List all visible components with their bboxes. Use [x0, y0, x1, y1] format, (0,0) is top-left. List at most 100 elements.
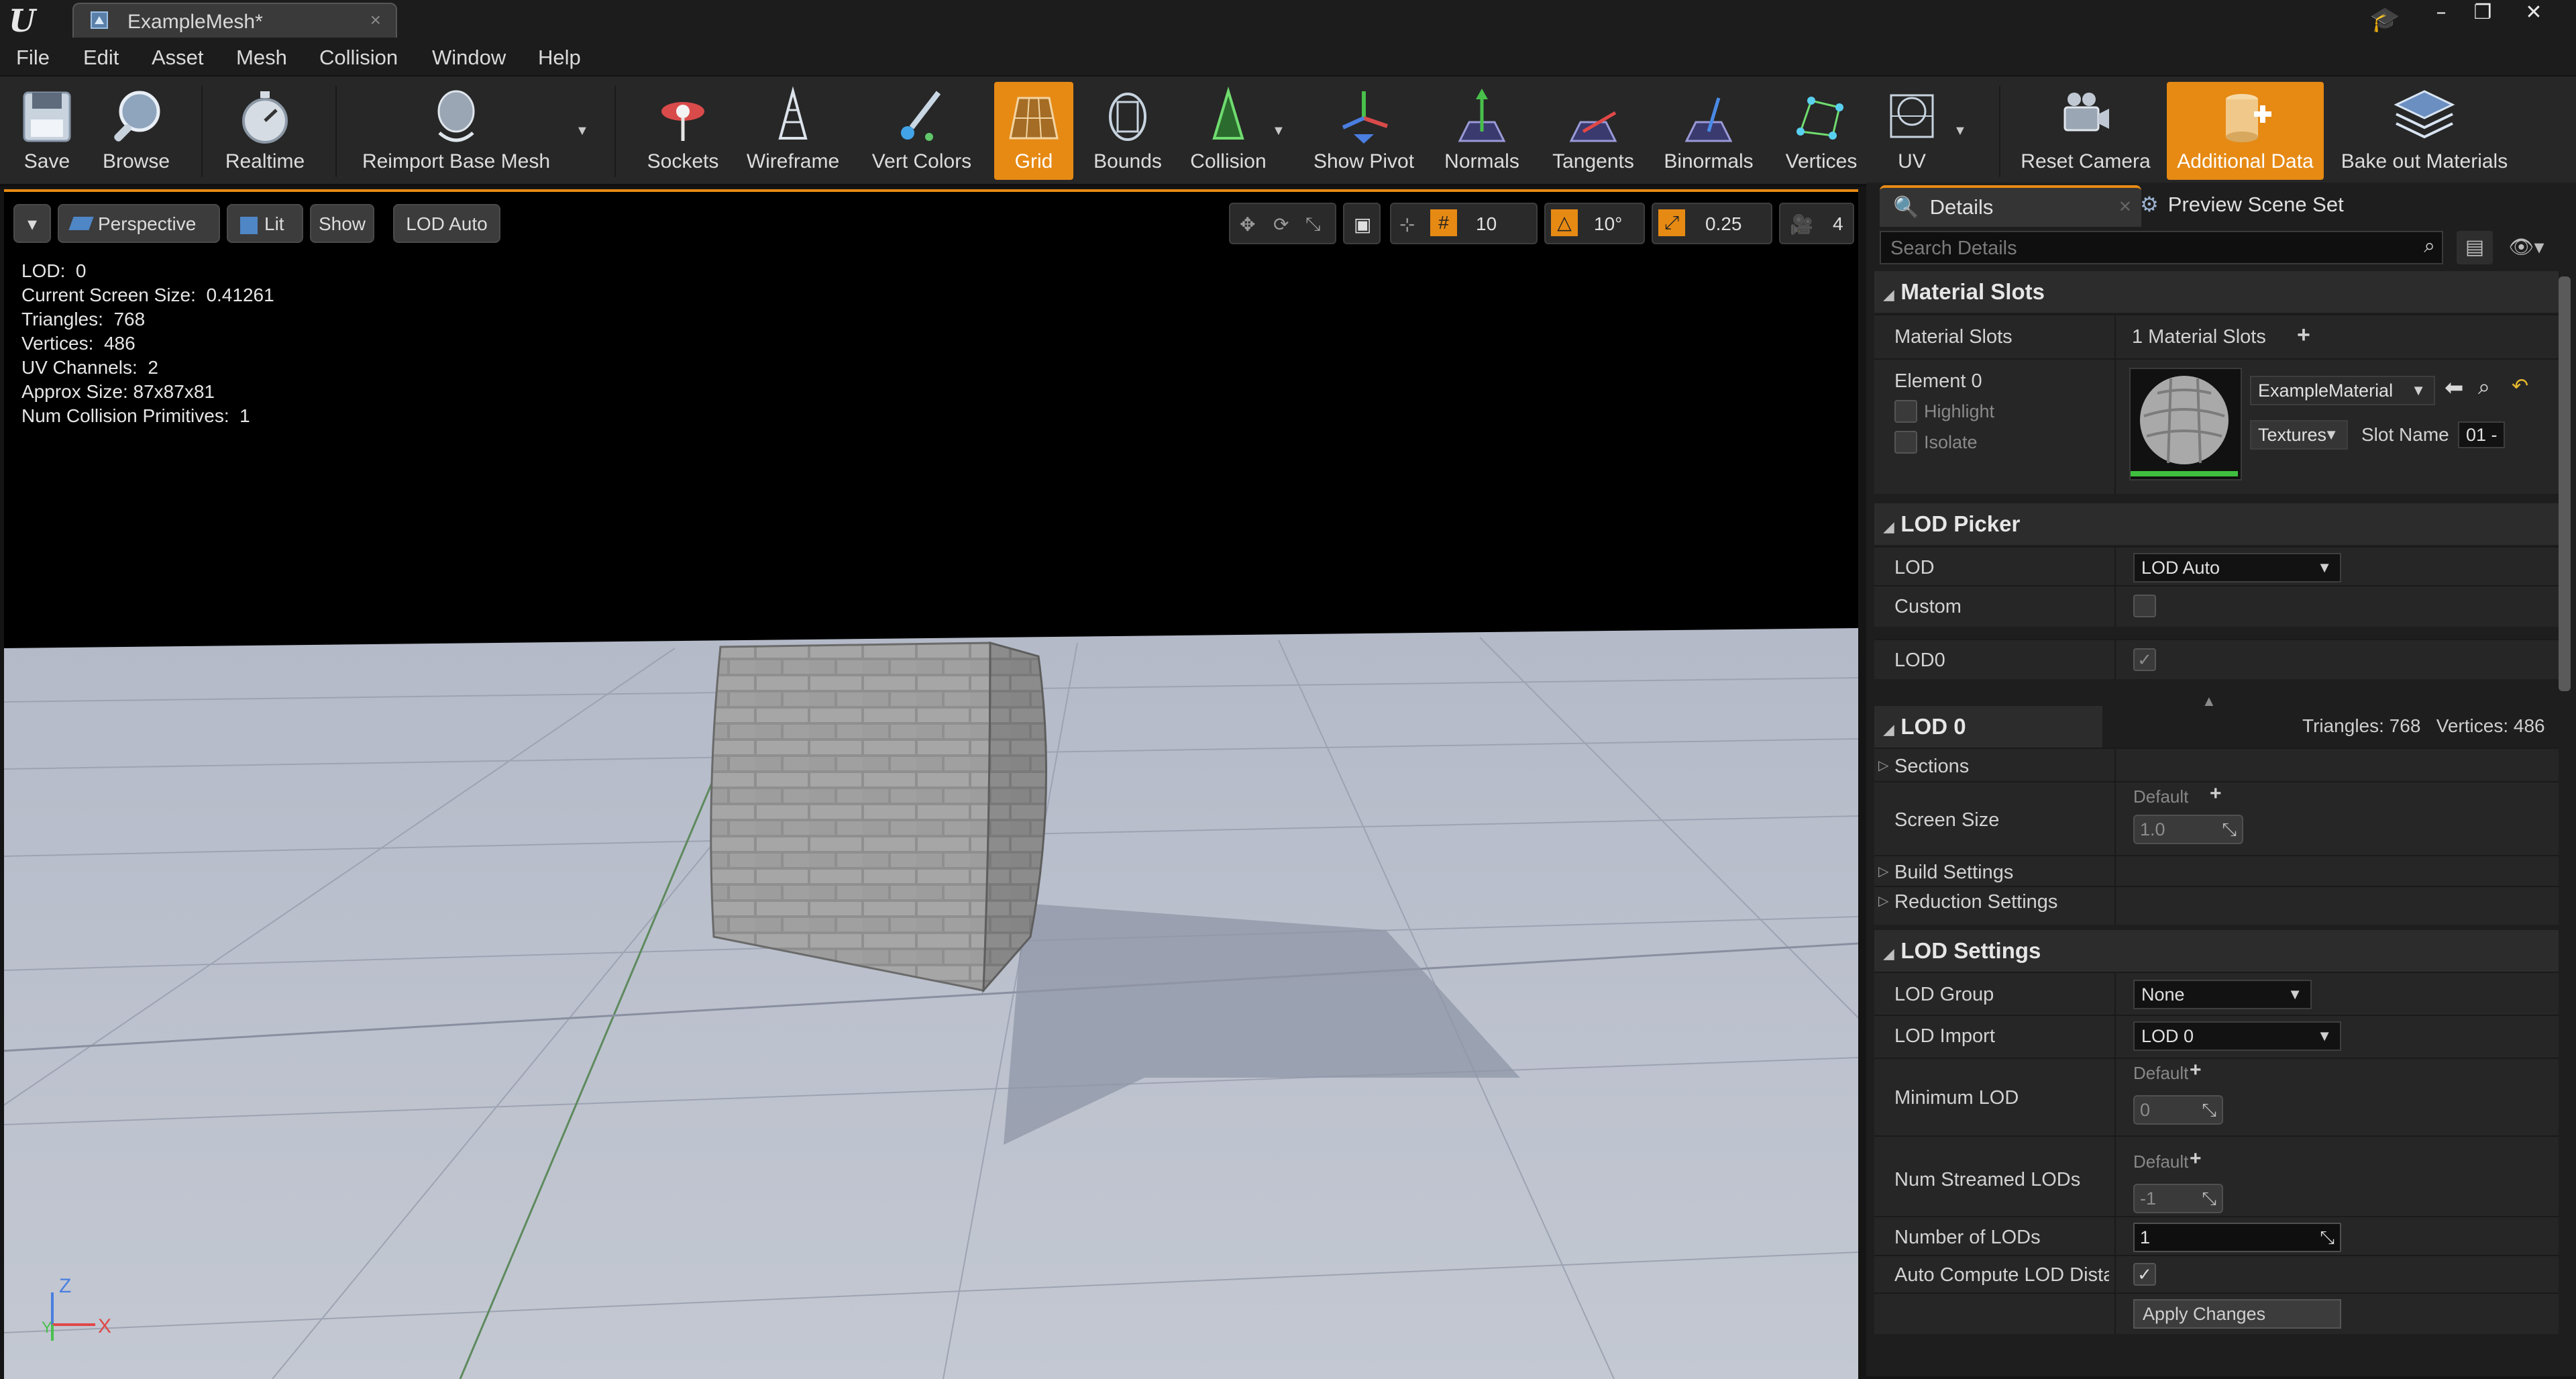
- scale-snap-icon[interactable]: ⤢: [1658, 209, 1685, 236]
- number-of-lods-field[interactable]: 1 ⤡: [2133, 1223, 2341, 1252]
- menu-mesh[interactable]: Mesh: [236, 46, 287, 70]
- add-platform-override-button[interactable]: +: [2190, 1147, 2202, 1170]
- menu-collision[interactable]: Collision: [319, 46, 398, 70]
- additional-data-button[interactable]: Additional Data: [2167, 82, 2324, 180]
- lit-button[interactable]: Lit: [227, 204, 303, 243]
- row-sections[interactable]: ▷ Sections: [1874, 748, 2559, 782]
- reset-camera-button[interactable]: Reset Camera: [2015, 82, 2156, 180]
- menu-edit[interactable]: Edit: [83, 46, 119, 70]
- transform-mode-group[interactable]: ✥ ⟳ ⤡: [1229, 203, 1336, 244]
- category-lod-picker[interactable]: ◢ LOD Picker: [1874, 503, 2559, 545]
- learning-hat-icon[interactable]: 🎓: [2368, 3, 2402, 36]
- row-reduction-settings[interactable]: ▷ Reduction Settings: [1874, 886, 2559, 925]
- isolate-checkbox[interactable]: [1894, 431, 1917, 454]
- unreal-logo-icon[interactable]: U: [4, 3, 40, 39]
- add-platform-override-button[interactable]: +: [2190, 1059, 2202, 1082]
- vert-colors-button[interactable]: Vert Colors: [865, 82, 978, 180]
- lod-dropdown[interactable]: LOD Auto ▼: [2133, 553, 2341, 582]
- custom-checkbox[interactable]: [2133, 595, 2156, 617]
- rotation-snap-value[interactable]: 10°: [1594, 213, 1622, 235]
- row-lod-group: LOD Group None ▼: [1874, 972, 2559, 1016]
- tab-close-icon[interactable]: ×: [370, 9, 381, 31]
- grid-snap-value[interactable]: 10: [1476, 213, 1497, 235]
- collision-button[interactable]: Collision: [1185, 82, 1272, 180]
- view-options-eye-icon[interactable]: 👁▾: [2500, 231, 2553, 264]
- menu-asset[interactable]: Asset: [152, 46, 204, 70]
- normals-button[interactable]: Normals: [1437, 82, 1527, 180]
- rotation-snap-group[interactable]: △ 10°: [1544, 203, 1645, 244]
- menu-window[interactable]: Window: [432, 46, 506, 70]
- screen-size-field[interactable]: 1.0 ⤡: [2133, 815, 2243, 844]
- camera-speed-group[interactable]: 🎥 4: [1779, 203, 1854, 244]
- browse-button[interactable]: Browse: [98, 82, 174, 180]
- tangents-button[interactable]: Tangents: [1543, 82, 1644, 180]
- bake-out-materials-button[interactable]: Bake out Materials: [2336, 82, 2513, 180]
- viewport-options-button[interactable]: ▾: [13, 204, 51, 243]
- material-thumbnail[interactable]: [2129, 368, 2242, 480]
- lod-import-dropdown[interactable]: LOD 0 ▼: [2133, 1021, 2341, 1051]
- tab-preview-scene-set[interactable]: ⚙ Preview Scene Set: [2128, 185, 2423, 224]
- show-button[interactable]: Show: [310, 204, 374, 243]
- category-material-slots[interactable]: ◢ Material Slots: [1874, 271, 2559, 313]
- scale-snap-group[interactable]: ⤢ 0.25: [1652, 203, 1772, 244]
- minimum-lod-field[interactable]: 0 ⤡: [2133, 1095, 2223, 1125]
- auto-compute-lod-checkbox[interactable]: ✓: [2133, 1263, 2156, 1286]
- search-details-input[interactable]: Search Details ⌕: [1880, 231, 2443, 264]
- scale-snap-value[interactable]: 0.25: [1705, 213, 1742, 235]
- row-lod-import: LOD Import LOD 0 ▼: [1874, 1015, 2559, 1059]
- show-pivot-button[interactable]: Show Pivot: [1308, 82, 1419, 180]
- realtime-button[interactable]: Realtime: [221, 82, 309, 180]
- restore-button[interactable]: ❐: [2462, 0, 2504, 27]
- grid-button[interactable]: Grid: [994, 82, 1073, 180]
- menu-help[interactable]: Help: [538, 46, 581, 70]
- reimport-dropdown-icon[interactable]: ▼: [576, 123, 589, 139]
- collapse-arrow-icon: ◢: [1884, 723, 1894, 737]
- wireframe-button[interactable]: Wireframe: [741, 82, 845, 180]
- minimize-button[interactable]: –: [2420, 0, 2462, 27]
- uv-button[interactable]: UV: [1878, 82, 1945, 180]
- highlight-checkbox[interactable]: [1894, 400, 1917, 423]
- browse-material-icon[interactable]: ⌕: [2478, 374, 2490, 400]
- use-selected-arrow-icon[interactable]: ⬅: [2445, 374, 2464, 401]
- num-streamed-lods-field[interactable]: -1 ⤡: [2133, 1184, 2223, 1213]
- menu-file[interactable]: File: [16, 46, 50, 70]
- category-lod0[interactable]: ◢ LOD 0: [1874, 706, 2102, 748]
- add-platform-override-button[interactable]: +: [2210, 782, 2222, 805]
- add-material-slot-button[interactable]: +: [2297, 322, 2310, 348]
- slot-name-field[interactable]: 01 -: [2458, 421, 2505, 448]
- save-button[interactable]: Save: [13, 82, 80, 180]
- close-window-button[interactable]: ✕: [2513, 0, 2555, 27]
- reset-default-icon[interactable]: ↶: [2512, 374, 2528, 398]
- grid-snap-icon[interactable]: #: [1430, 209, 1457, 236]
- lod-auto-button[interactable]: LOD Auto: [393, 204, 500, 243]
- scale-icon[interactable]: ⤡: [1305, 213, 1320, 236]
- vertices-button[interactable]: Vertices: [1778, 82, 1865, 180]
- rotate-icon[interactable]: ⟳: [1273, 213, 1289, 236]
- lod0-checkbox[interactable]: ✓: [2133, 648, 2156, 671]
- stat-vertices: Vertices: 486: [21, 333, 136, 354]
- bounds-button[interactable]: Bounds: [1091, 82, 1165, 180]
- perspective-button[interactable]: Perspective: [58, 204, 220, 243]
- binormals-button[interactable]: Binormals: [1657, 82, 1760, 180]
- collapse-up-arrow-icon[interactable]: ▲: [2202, 693, 2216, 710]
- material-selector[interactable]: ExampleMaterial ▼: [2250, 376, 2435, 405]
- surface-snap-icon[interactable]: ⊹: [1399, 213, 1415, 236]
- world-local-toggle[interactable]: ▣: [1343, 203, 1381, 244]
- collision-dropdown-icon[interactable]: ▼: [1272, 123, 1285, 139]
- lod-group-dropdown[interactable]: None ▼: [2133, 980, 2312, 1009]
- grid-snap-group[interactable]: ⊹ # 10: [1390, 203, 1538, 244]
- textures-dropdown[interactable]: Textures ▼: [2250, 420, 2348, 450]
- category-lod-settings[interactable]: ◢ LOD Settings: [1874, 930, 2559, 972]
- rotation-snap-icon[interactable]: △: [1551, 209, 1578, 236]
- move-icon[interactable]: ✥: [1240, 213, 1255, 236]
- uv-dropdown-icon[interactable]: ▼: [1953, 123, 1967, 139]
- apply-changes-button[interactable]: Apply Changes: [2133, 1299, 2341, 1329]
- sockets-button[interactable]: Sockets: [641, 82, 724, 180]
- tab-details[interactable]: 🔍 Details ✕: [1880, 185, 2141, 227]
- mesh-viewport[interactable]: Z X Y ▾ Perspective Lit Show LOD Auto ✥ …: [4, 189, 1858, 1379]
- row-build-settings[interactable]: ▷ Build Settings: [1874, 855, 2559, 887]
- reimport-base-mesh-button[interactable]: Reimport Base Mesh: [356, 82, 557, 180]
- document-tab[interactable]: ExampleMesh* ×: [72, 3, 397, 38]
- details-scrollbar[interactable]: [2559, 276, 2571, 691]
- property-matrix-button[interactable]: ▤: [2457, 231, 2493, 264]
